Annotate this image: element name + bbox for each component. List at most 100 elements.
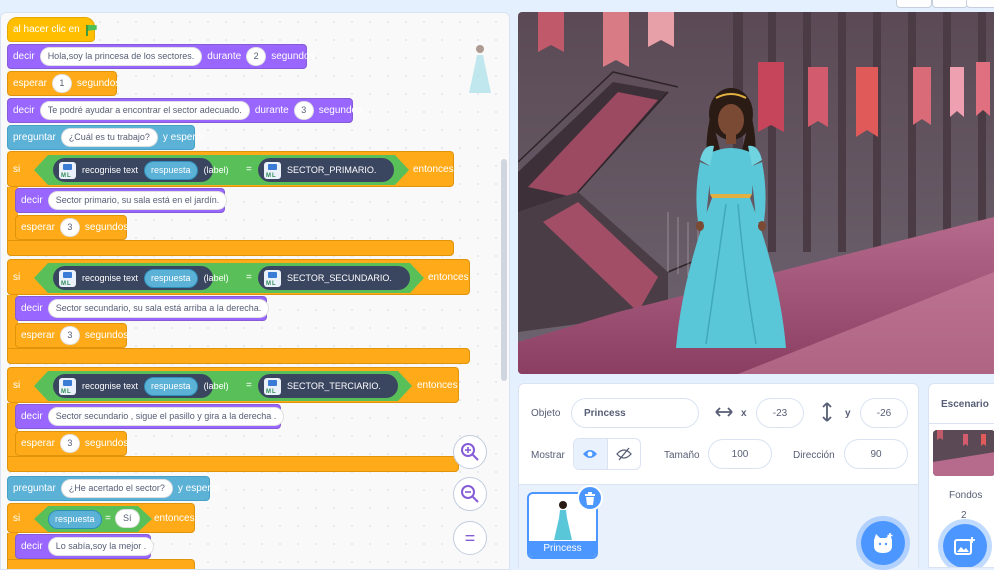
zoom-out-button[interactable]: [453, 477, 487, 511]
size-value: 100: [731, 448, 749, 460]
recognise-text-block[interactable]: recognise text respuesta (label): [53, 266, 229, 290]
say-block[interactable]: decir Sector secundario, su sala está ar…: [15, 296, 270, 321]
wait-block[interactable]: esperar 1 segundos: [7, 71, 120, 96]
answer-reporter[interactable]: respuesta: [144, 268, 198, 288]
y-input[interactable]: -26: [860, 398, 908, 428]
ask-and-wait-block[interactable]: preguntar ¿He acertado el sector? y espe…: [7, 476, 220, 501]
stage-size-button[interactable]: [932, 0, 968, 8]
direction-value: 90: [870, 448, 882, 460]
stage-pane-header: Escenario: [929, 384, 994, 424]
number-input[interactable]: 3: [59, 434, 80, 453]
block-text: (label): [203, 273, 229, 283]
text-input[interactable]: Sí: [115, 509, 140, 528]
block-text: durante: [207, 51, 242, 62]
number-input[interactable]: 3: [59, 218, 80, 237]
text-input[interactable]: Hola,soy la princesa de los sectores.: [39, 47, 203, 66]
block-verb: esperar: [21, 438, 55, 449]
stage-pane[interactable]: Escenario Fondos 2: [928, 383, 994, 568]
number-input[interactable]: 2: [246, 47, 267, 66]
zoom-reset-button[interactable]: =: [453, 521, 487, 555]
ask-and-wait-block[interactable]: preguntar ¿Cuál es tu trabajo? y esperar: [7, 125, 205, 150]
fullscreen-button[interactable]: [966, 0, 994, 8]
choose-backdrop-button[interactable]: [943, 524, 987, 567]
ml-extension-icon: [264, 377, 281, 395]
label-value-block[interactable]: SECTOR_SECUNDARIO.: [258, 266, 410, 290]
if-then-block[interactable]: si recognise text respuesta (label) = SE…: [7, 151, 454, 187]
image-add-icon: [954, 537, 975, 555]
if-footer: [7, 559, 195, 569]
block-verb: esperar: [13, 78, 47, 89]
sprite-name-value: Princess: [584, 407, 626, 419]
say-for-secs-block[interactable]: decir Hola,soy la princesa de los sector…: [7, 44, 315, 69]
show-button[interactable]: [574, 439, 608, 469]
block-verb: si: [13, 271, 21, 283]
label-value: SECTOR_PRIMARIO.: [287, 165, 377, 175]
ml-extension-icon: [264, 269, 281, 287]
size-input[interactable]: 100: [708, 439, 772, 469]
say-block[interactable]: decir Sector secundario , sigue el pasil…: [15, 404, 285, 429]
object-label: Objeto: [531, 408, 561, 419]
block-text: (label): [203, 381, 229, 391]
zoom-in-button[interactable]: [453, 435, 487, 469]
text-input[interactable]: Sector secundario, su sala está arriba a…: [47, 299, 270, 318]
x-input[interactable]: -23: [756, 398, 804, 428]
backdrop-thumbnail[interactable]: [933, 430, 994, 476]
backdrop-thumbnail-image: [933, 430, 994, 476]
text-input[interactable]: Lo sabía,soy la mejor .: [47, 537, 155, 556]
label-value-block[interactable]: SECTOR_PRIMARIO.: [258, 158, 394, 182]
eye-slash-icon: [615, 447, 632, 461]
text-input[interactable]: Sector primario, su sala está en el jard…: [47, 191, 228, 210]
answer-reporter[interactable]: respuesta: [144, 160, 198, 180]
say-for-secs-block[interactable]: decir Te podré ayudar a encontrar el sec…: [7, 98, 362, 123]
princess-sprite[interactable]: [666, 84, 796, 354]
visibility-toggle: [573, 438, 641, 470]
delete-sprite-button[interactable]: [577, 485, 603, 511]
wait-block[interactable]: esperar 3 segundos: [15, 323, 128, 348]
x-arrows-icon: [715, 407, 733, 417]
number-input[interactable]: 3: [293, 101, 314, 120]
if-then-block[interactable]: si respuesta = Sí entonces: [7, 503, 195, 533]
ml-extension-icon: [264, 161, 281, 179]
recognise-text-block[interactable]: recognise text respuesta (label): [53, 374, 229, 398]
text-input[interactable]: Sector secundario , sigue el pasillo y g…: [47, 407, 285, 426]
answer-reporter[interactable]: respuesta: [144, 376, 198, 396]
text-input[interactable]: Te podré ayudar a encontrar el sector ad…: [39, 101, 250, 120]
text-input[interactable]: ¿He acertado el sector?: [60, 479, 173, 498]
wait-block[interactable]: esperar 3 segundos: [15, 215, 128, 240]
block-text: segundos: [84, 438, 129, 449]
choose-sprite-button[interactable]: [861, 521, 905, 565]
direction-input[interactable]: 90: [844, 439, 908, 469]
backdrops-label: Fondos: [949, 490, 983, 501]
recognise-text-block[interactable]: recognise text respuesta (label): [53, 158, 229, 182]
if-then-block[interactable]: si recognise text respuesta (label) = SE…: [7, 367, 459, 403]
block-text: recognise text: [82, 381, 139, 391]
block-verb: decir: [13, 105, 35, 116]
block-text: segundos: [271, 51, 315, 62]
if-footer: [7, 240, 454, 256]
number-input[interactable]: 1: [51, 74, 72, 93]
zoom-reset-icon: =: [464, 527, 476, 548]
cat-add-icon: [874, 533, 893, 553]
stage[interactable]: [518, 12, 994, 374]
if-then-block[interactable]: si recognise text respuesta (label) = SE…: [7, 259, 470, 295]
label-value-block[interactable]: SECTOR_TERCIARIO.: [258, 374, 398, 398]
block-text: (label): [203, 165, 229, 175]
block-text: entonces: [417, 380, 458, 391]
text-input[interactable]: ¿Cuál es tu trabajo?: [60, 128, 158, 147]
wait-block[interactable]: esperar 3 segundos: [15, 431, 129, 456]
stage-size-button[interactable]: [896, 0, 932, 8]
code-scrollbar[interactable]: [501, 159, 507, 381]
when-flag-clicked-block[interactable]: al hacer clic en: [7, 17, 95, 42]
equals-sign: =: [105, 513, 111, 524]
answer-reporter[interactable]: respuesta: [48, 510, 102, 529]
y-arrows-icon: [822, 402, 832, 422]
label-value: SECTOR_TERCIARIO.: [287, 381, 381, 391]
say-block[interactable]: decir Lo sabía,soy la mejor .: [15, 534, 155, 559]
code-area[interactable]: al hacer clic en decir Hola,soy la princ…: [0, 12, 510, 570]
number-input[interactable]: 3: [59, 326, 80, 345]
say-block[interactable]: decir Sector primario, su sala está en e…: [15, 188, 228, 213]
eye-icon: [583, 450, 598, 458]
hide-button[interactable]: [608, 439, 641, 469]
sprite-name-input[interactable]: Princess: [571, 398, 699, 428]
equals-sign: =: [246, 164, 252, 175]
